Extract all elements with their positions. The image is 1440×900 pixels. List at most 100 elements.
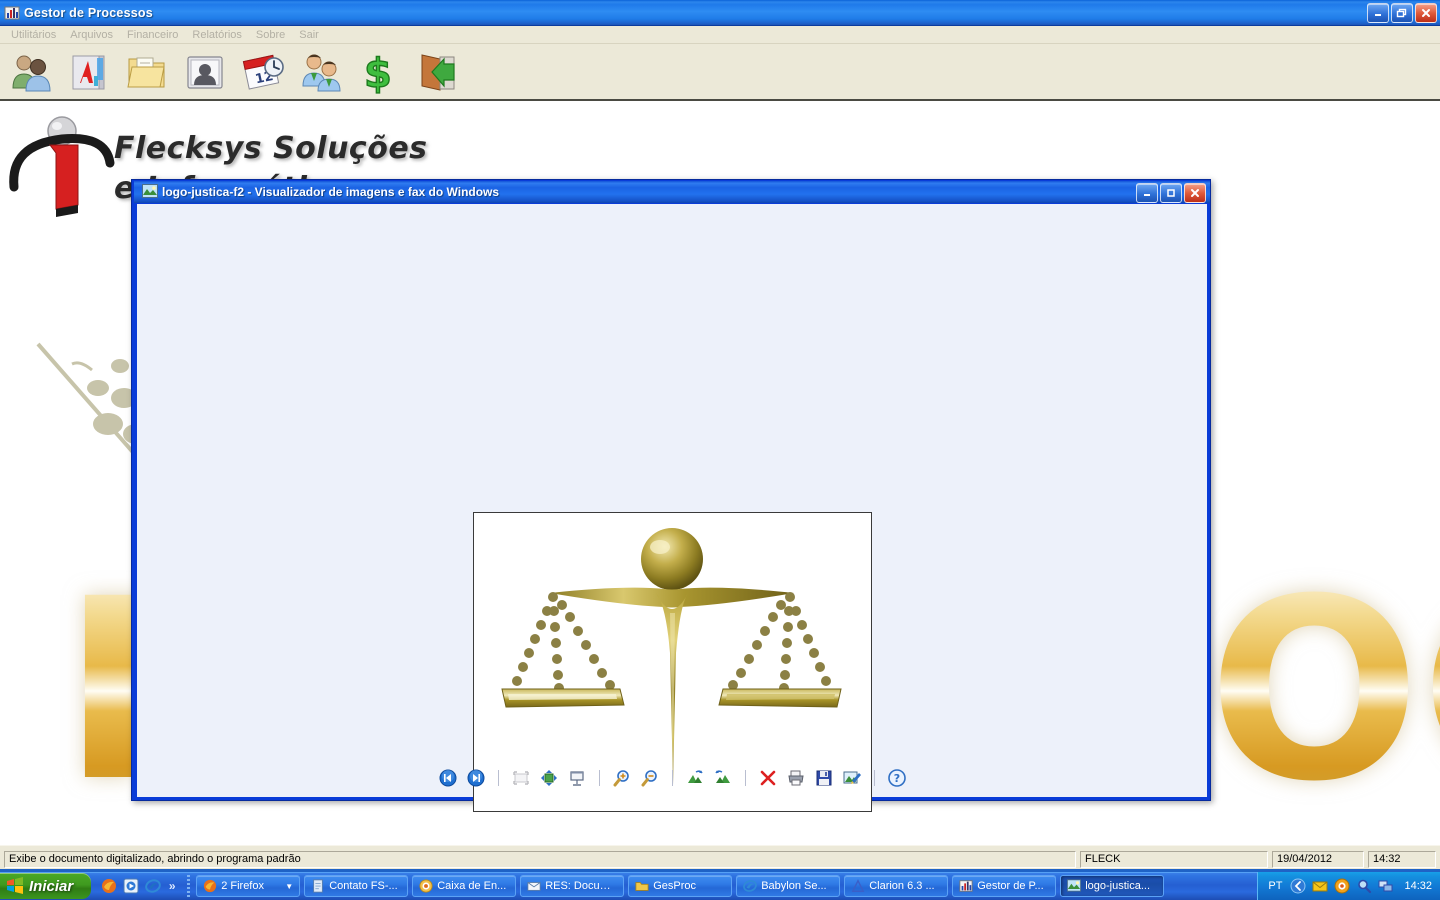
menu-item-utilitarios[interactable]: Utilitários — [4, 28, 63, 42]
taskbar-button-label: Contato FS-... — [329, 880, 398, 892]
taskbar-button-babylon[interactable]: Babylon Se... — [736, 875, 841, 897]
best-fit-button[interactable] — [510, 767, 532, 789]
tray-antivirus-icon[interactable] — [1334, 878, 1350, 894]
image-viewer-window[interactable]: logo-justica-f2 - Visualizador de imagen… — [131, 179, 1211, 812]
clarion-icon — [851, 879, 865, 893]
status-user: FLECK — [1080, 850, 1268, 868]
menu-item-sobre[interactable]: Sobre — [249, 28, 292, 42]
viewer-restore-button[interactable] — [1160, 183, 1182, 203]
start-button[interactable]: Iniciar — [0, 873, 92, 899]
watermark-letter-right: OC — [1208, 566, 1440, 816]
menu-item-financeiro[interactable]: Financeiro — [120, 28, 185, 42]
quicklaunch-internet-explorer-icon[interactable] — [145, 878, 162, 894]
flecksys-mark-icon — [9, 116, 115, 217]
document-icon — [311, 879, 325, 893]
taskbar-button-caixa-de-entrada[interactable]: Caixa de En... — [412, 875, 517, 897]
next-image-button[interactable] — [465, 767, 487, 789]
rotate-left-button[interactable] — [684, 767, 706, 789]
svg-text:?: ? — [893, 772, 899, 785]
firefox-icon — [203, 879, 217, 893]
start-button-label: Iniciar — [29, 877, 74, 895]
delete-button[interactable] — [757, 767, 779, 789]
financeiro-icon[interactable]: $ — [356, 50, 402, 97]
toolbar-separator — [598, 770, 600, 786]
envelope-icon — [527, 879, 541, 893]
restore-button[interactable] — [1391, 3, 1413, 23]
menu-item-sair[interactable]: Sair — [292, 28, 326, 42]
internet-explorer-icon — [743, 879, 758, 893]
close-button[interactable] — [1415, 3, 1437, 23]
menu-item-arquivos[interactable]: Arquivos — [63, 28, 120, 42]
clientes-icon[interactable] — [8, 50, 54, 94]
viewer-toolbar: ? — [137, 765, 1207, 791]
taskbar-button-firefox[interactable]: 2 Firefox ▼ — [196, 875, 301, 897]
slideshow-button[interactable] — [566, 767, 588, 789]
tray-mail-icon[interactable] — [1312, 878, 1328, 894]
minimize-button[interactable] — [1367, 3, 1389, 23]
previous-image-button[interactable] — [437, 767, 459, 789]
taskbar-button-label: RES: Docum... — [545, 880, 618, 892]
taskbar-button-gestor-de-processos[interactable]: Gestor de P... — [952, 875, 1057, 897]
app-toolbar: 12 $ — [0, 44, 1440, 101]
svg-text:$: $ — [364, 51, 392, 94]
taskbar-button-label: Gestor de P... — [977, 880, 1044, 892]
app-status-bar: Exibe o documento digitalizado, abrindo … — [0, 845, 1440, 872]
app-window-controls — [1367, 3, 1437, 23]
chevron-down-icon[interactable]: ▼ — [285, 882, 293, 891]
viewer-window-controls — [1136, 183, 1206, 203]
edit-image-button[interactable] — [841, 767, 863, 789]
taskbar-button-logo-justica[interactable]: logo-justica... — [1060, 875, 1165, 897]
taskbar-button-contato[interactable]: Contato FS-... — [304, 875, 409, 897]
zoom-out-button[interactable] — [639, 767, 661, 789]
app-titlebar: Gestor de Processos — [0, 0, 1440, 26]
viewer-client-area: ? — [137, 204, 1207, 812]
quicklaunch-media-icon[interactable] — [123, 878, 139, 894]
agenda-icon[interactable]: 12 — [240, 50, 286, 94]
viewer-titlebar[interactable]: logo-justica-f2 - Visualizador de imagen… — [134, 181, 1210, 203]
usuarios-icon[interactable] — [298, 50, 344, 94]
rotate-right-button[interactable] — [712, 767, 734, 789]
quick-launch-bar: » — [95, 874, 183, 898]
bar-chart-icon — [959, 879, 973, 893]
tray-clock[interactable]: 14:32 — [1404, 880, 1432, 892]
save-button[interactable] — [813, 767, 835, 789]
tray-show-hidden-icon[interactable] — [1290, 878, 1306, 894]
quicklaunch-firefox-icon[interactable] — [101, 878, 117, 894]
taskbar-button-gesproc[interactable]: GesProc — [628, 875, 733, 897]
windows-flag-icon — [7, 877, 23, 894]
system-tray: PT 14:32 — [1257, 872, 1440, 900]
viewer-close-button[interactable] — [1184, 183, 1206, 203]
app-title: Gestor de Processos — [24, 5, 153, 20]
taskbar-button-res-documento[interactable]: RES: Docum... — [520, 875, 625, 897]
taskbar-grip[interactable] — [187, 875, 191, 897]
taskbar-button-label: Babylon Se... — [761, 880, 827, 892]
pasta-icon[interactable] — [124, 50, 170, 94]
tray-language-indicator[interactable]: PT — [1268, 880, 1282, 892]
print-button[interactable] — [785, 767, 807, 789]
mail-icon — [419, 879, 433, 893]
documentos-icon[interactable] — [66, 50, 112, 94]
quicklaunch-more-icon[interactable]: » — [167, 878, 177, 894]
taskbar-button-label: logo-justica... — [1085, 880, 1150, 892]
taskbar-content: Iniciar » 2 Firefox ▼ Contato FS-... Cai… — [0, 872, 1440, 900]
picture-icon — [1067, 879, 1082, 893]
toolbar-separator — [671, 770, 673, 786]
sair-icon[interactable] — [414, 50, 460, 94]
zoom-in-button[interactable] — [611, 767, 633, 789]
contato-icon[interactable] — [182, 50, 228, 94]
taskbar-button-label: Clarion 6.3 ... — [869, 880, 935, 892]
taskbar-button-label: 2 Firefox — [221, 880, 264, 892]
status-time: 14:32 — [1368, 850, 1436, 868]
actual-size-button[interactable] — [538, 767, 560, 789]
tray-search-icon[interactable] — [1356, 878, 1372, 894]
toolbar-separator — [873, 770, 875, 786]
status-date: 19/04/2012 — [1272, 850, 1364, 868]
help-button[interactable]: ? — [886, 767, 908, 789]
viewer-minimize-button[interactable] — [1136, 183, 1158, 203]
menu-item-relatorios[interactable]: Relatórios — [185, 28, 249, 42]
taskbar-button-label: GesProc — [653, 880, 696, 892]
brand-line-1: Flecksys Soluções — [114, 131, 428, 166]
taskbar-button-clarion[interactable]: Clarion 6.3 ... — [844, 875, 949, 897]
taskbar-button-label: Caixa de En... — [437, 880, 507, 892]
tray-network-icon[interactable] — [1378, 878, 1394, 894]
